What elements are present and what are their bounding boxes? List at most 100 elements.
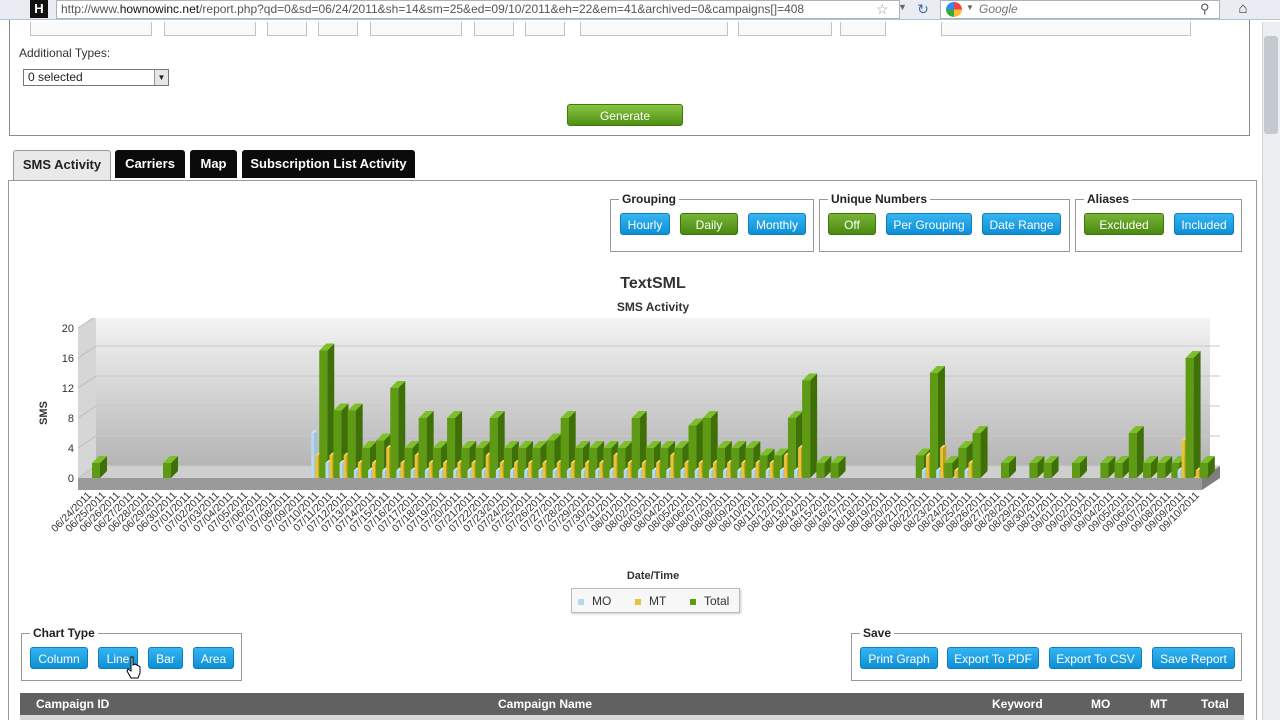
- bar-total: [1029, 463, 1038, 478]
- bar-mt: [585, 463, 589, 478]
- bar-mt: [599, 463, 603, 478]
- bar-mt: [514, 463, 518, 478]
- grouping-title: Grouping: [619, 192, 679, 206]
- hand-cursor-icon: [126, 656, 141, 679]
- home-icon[interactable]: ⌂: [1230, 0, 1256, 19]
- y-tick-label: 16: [62, 353, 74, 365]
- bar-total: [1114, 463, 1123, 478]
- print-graph-button[interactable]: Print Graph: [860, 647, 938, 669]
- column-chart-button[interactable]: Column: [30, 647, 88, 669]
- search-input[interactable]: Google: [940, 0, 1220, 19]
- url-prefix: http://www.: [61, 2, 120, 16]
- bookmark-star-icon[interactable]: ☆: [876, 1, 889, 18]
- sms-activity-chart: 048121620SMS06/24/201106/25/201106/26/20…: [38, 318, 1220, 582]
- col-total[interactable]: Total: [1201, 697, 1229, 711]
- bar-mo: [325, 463, 329, 478]
- filter-field-stub[interactable]: [941, 22, 1191, 36]
- col-keyword[interactable]: Keyword: [992, 697, 1043, 711]
- export-csv-button[interactable]: Export To CSV: [1049, 647, 1142, 669]
- filter-field-stub[interactable]: [267, 22, 307, 36]
- bar-mt: [727, 463, 731, 478]
- search-engine-dropdown-icon[interactable]: ▼: [966, 3, 974, 12]
- tab-sms-activity[interactable]: SMS Activity: [13, 150, 111, 181]
- bar-mo: [424, 470, 428, 478]
- history-dropdown-icon[interactable]: ▼: [898, 2, 907, 12]
- area-chart-button[interactable]: Area: [193, 647, 234, 669]
- col-mo[interactable]: MO: [1091, 697, 1110, 711]
- legend-label-total: Total: [704, 594, 730, 608]
- campaign-table-header: Campaign ID Campaign Name Keyword MO MT …: [20, 693, 1244, 715]
- filter-field-stub[interactable]: [318, 22, 358, 36]
- x-axis-label: Date/Time: [627, 570, 679, 582]
- chart-floor-edge: [78, 478, 1202, 490]
- bar-mo: [921, 470, 925, 478]
- daily-button[interactable]: Daily: [680, 213, 738, 235]
- legend-item-mt[interactable]: MT: [635, 594, 666, 608]
- reload-icon[interactable]: ↻: [912, 0, 934, 19]
- bar-total: [1199, 463, 1208, 478]
- per-grouping-button[interactable]: Per Grouping: [886, 213, 972, 235]
- bar-mt: [641, 463, 645, 478]
- col-campaign-name[interactable]: Campaign Name: [498, 697, 592, 711]
- col-campaign-id[interactable]: Campaign ID: [36, 697, 109, 711]
- tab-subscription-list-activity[interactable]: Subscription List Activity: [242, 150, 415, 178]
- monthly-button[interactable]: Monthly: [748, 213, 806, 235]
- grouping-fieldset: Grouping Hourly Daily Monthly: [610, 192, 814, 252]
- bar-total: [787, 418, 796, 478]
- legend-item-total[interactable]: Total: [690, 594, 729, 608]
- bar-total: [944, 463, 953, 478]
- filter-field-stub[interactable]: [525, 22, 565, 36]
- filter-field-stub[interactable]: [30, 22, 152, 36]
- bar-mo: [495, 470, 499, 478]
- bar-chart-button[interactable]: Bar: [148, 647, 183, 669]
- aliases-included-button[interactable]: Included: [1174, 213, 1234, 235]
- address-bar[interactable]: http://www.hownowinc.net/report.php?qd=0…: [56, 0, 900, 19]
- bar-mo: [737, 470, 741, 478]
- col-mt[interactable]: MT: [1150, 697, 1167, 711]
- bar-mt: [485, 455, 489, 478]
- tab-carriers[interactable]: Carriers: [115, 150, 185, 178]
- bar-mo: [353, 470, 357, 478]
- search-magnifier-icon[interactable]: ⚲: [1200, 1, 1210, 17]
- filter-field-stub[interactable]: [474, 22, 514, 36]
- bar-mt: [357, 463, 361, 478]
- aliases-excluded-button[interactable]: Excluded: [1084, 213, 1164, 235]
- tab-map[interactable]: Map: [190, 150, 237, 178]
- filter-field-stub[interactable]: [840, 22, 886, 36]
- save-report-button[interactable]: Save Report: [1152, 647, 1235, 669]
- bar-mt: [954, 470, 958, 478]
- bar-side-total: [810, 373, 818, 478]
- table-row[interactable]: [20, 715, 1244, 720]
- bar-mo: [694, 470, 698, 478]
- bar-mt: [741, 463, 745, 478]
- hourly-button[interactable]: Hourly: [620, 213, 670, 235]
- export-pdf-button[interactable]: Export To PDF: [947, 647, 1039, 669]
- scrollbar-thumb[interactable]: [1264, 36, 1278, 134]
- bar-mo: [524, 470, 528, 478]
- aliases-title: Aliases: [1084, 192, 1133, 206]
- bar-total: [163, 463, 172, 478]
- filter-field-stub[interactable]: [164, 22, 256, 36]
- bar-mo: [467, 470, 471, 478]
- bar-total: [830, 463, 839, 478]
- filter-field-stub[interactable]: [738, 22, 832, 36]
- y-tick-label: 0: [68, 473, 74, 485]
- bar-mo: [481, 470, 485, 478]
- save-title: Save: [860, 626, 895, 640]
- date-range-button[interactable]: Date Range: [982, 213, 1061, 235]
- y-tick-label: 20: [62, 323, 74, 335]
- y-tick-label: 12: [62, 383, 74, 395]
- site-favicon-icon: H: [30, 0, 48, 18]
- unique-off-button[interactable]: Off: [828, 213, 876, 235]
- y-tick-label: 4: [68, 443, 74, 455]
- generate-button[interactable]: Generate: [567, 104, 683, 126]
- filter-field-stub[interactable]: [580, 22, 728, 36]
- filter-field-stub[interactable]: [370, 22, 462, 36]
- legend-label-mt: MT: [649, 594, 667, 608]
- legend-item-mo[interactable]: MO: [578, 594, 611, 608]
- y-tick-label: 8: [68, 413, 74, 425]
- bar-mo: [595, 470, 599, 478]
- chart-subtitle: SMS Activity: [616, 300, 690, 314]
- bar-mo: [708, 470, 712, 478]
- additional-types-select[interactable]: 0 selected ▼: [23, 69, 169, 86]
